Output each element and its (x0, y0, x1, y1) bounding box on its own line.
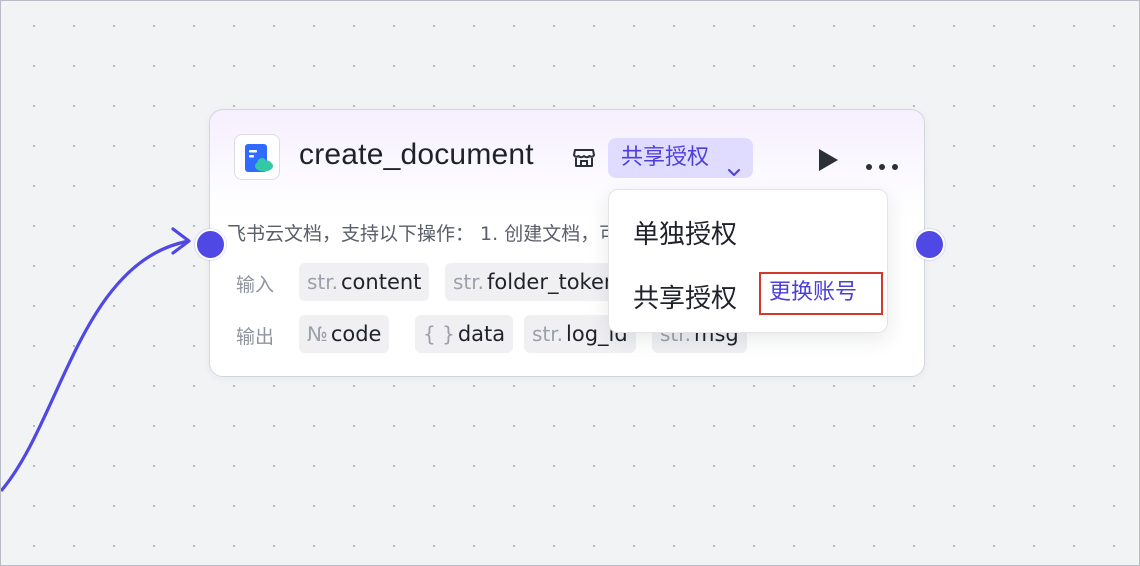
more-options-icon[interactable] (865, 156, 899, 175)
feishu-doc-icon (234, 134, 280, 180)
input-param-tag: str. content (299, 263, 430, 301)
output-port-handle[interactable] (914, 229, 945, 260)
param-type: str. (307, 270, 339, 294)
run-play-icon[interactable] (816, 147, 840, 177)
menu-item-shared-auth[interactable]: 共享授权 (633, 278, 737, 315)
input-param-tag: str. folder_token (445, 263, 626, 301)
param-type: № (307, 322, 328, 346)
auth-mode-dropdown-button[interactable]: 共享授权 (608, 138, 753, 178)
output-param-tag: № code (299, 315, 390, 353)
node-title: create_document (299, 138, 534, 171)
switch-account-link[interactable]: 更换账号 (759, 272, 883, 315)
auth-mode-label: 共享授权 (621, 145, 710, 170)
store-icon[interactable] (573, 148, 595, 172)
param-type: str. (453, 270, 485, 294)
input-port-handle[interactable] (195, 229, 226, 260)
inputs-label: 输入 (236, 274, 275, 296)
param-type: str. (532, 322, 564, 346)
chevron-down-icon (727, 152, 741, 192)
output-param-tag: { } data (415, 315, 514, 353)
menu-item-individual-auth[interactable]: 单独授权 (633, 214, 737, 251)
param-name: content (341, 270, 422, 294)
workflow-canvas[interactable]: create_document 共享授权 飞书云文档，支持以下操作： 1. 创建… (0, 0, 1140, 566)
param-type: { } (423, 322, 455, 346)
arrow-head-icon (171, 227, 191, 255)
param-name: data (457, 322, 506, 346)
auth-mode-menu: 单独授权 共享授权 更换账号 (608, 189, 888, 333)
param-name: code (330, 322, 382, 346)
outputs-label: 输出 (236, 326, 275, 348)
param-name: folder_token (487, 270, 618, 294)
